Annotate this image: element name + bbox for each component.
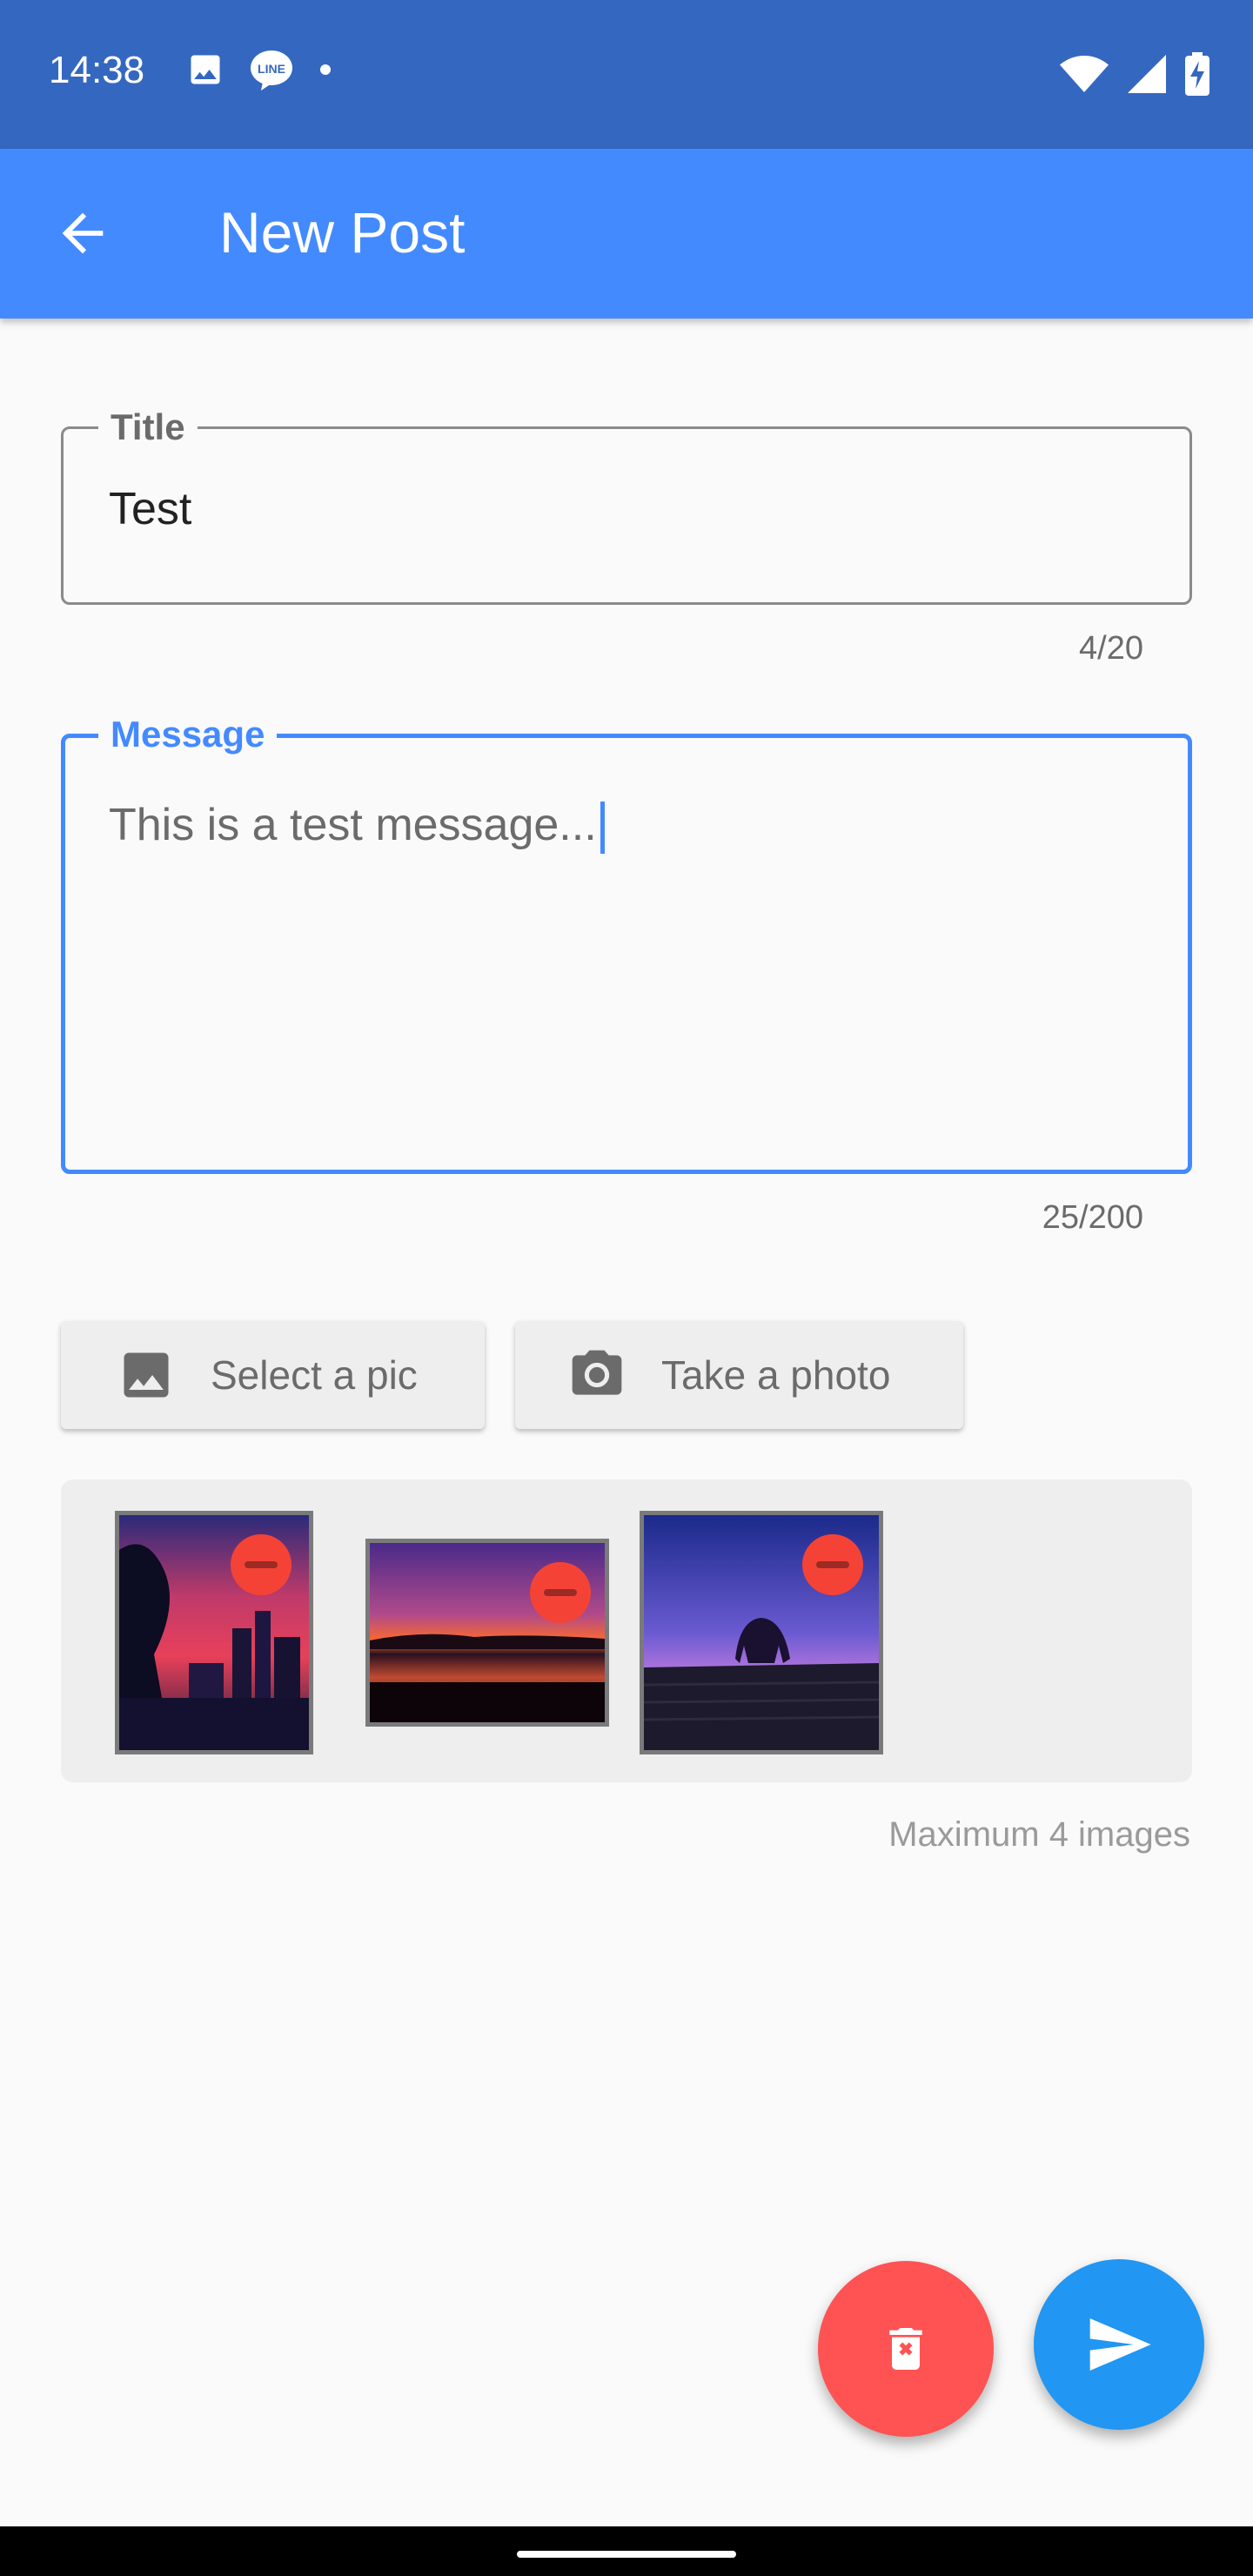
dot-icon (320, 64, 331, 75)
line-icon: LINE (251, 50, 292, 91)
app-bar: New Post (0, 149, 1253, 319)
status-time: 14:38 (49, 49, 145, 91)
text-cursor (600, 802, 605, 855)
page-title: New Post (219, 200, 466, 265)
delete-forever-icon (889, 2328, 922, 2370)
status-system-icons (1060, 52, 1209, 96)
camera-icon (572, 1350, 622, 1395)
image-thumbnail[interactable] (115, 1511, 313, 1754)
title-field-label: Title (98, 405, 198, 450)
svg-text:LINE: LINE (258, 62, 285, 76)
battery-charging-icon (1185, 52, 1209, 96)
title-field[interactable]: Title Test (61, 405, 1192, 605)
take-photo-label: Take a photo (661, 1352, 891, 1398)
selected-images-panel (61, 1479, 1192, 1782)
send-fab[interactable] (1034, 2259, 1204, 2430)
select-pic-label: Select a pic (211, 1352, 418, 1398)
status-bar: 14:38 LINE (0, 0, 1253, 149)
title-input[interactable]: Test (109, 483, 191, 535)
send-icon (1089, 2318, 1151, 2371)
delete-fab[interactable] (818, 2261, 994, 2437)
remove-image-button[interactable] (231, 1534, 291, 1595)
max-images-note: Maximum 4 images (888, 1815, 1190, 1854)
signal-icon (1128, 55, 1166, 93)
title-counter: 4/20 (1079, 630, 1143, 667)
image-thumbnail[interactable] (365, 1539, 609, 1727)
image-thumbnail[interactable] (640, 1511, 883, 1754)
status-notification-icons: LINE (186, 49, 332, 91)
image-icon (191, 55, 220, 84)
remove-image-button[interactable] (530, 1562, 591, 1623)
home-gesture-handle[interactable] (517, 2551, 736, 2558)
select-pic-button[interactable]: Select a pic (61, 1321, 485, 1429)
system-nav-bar (0, 2526, 1253, 2576)
message-field[interactable]: Message This is a test message... (61, 712, 1192, 1174)
message-text: This is a test message... (109, 800, 597, 850)
back-button[interactable] (52, 203, 122, 264)
message-input[interactable]: This is a test message... (109, 799, 605, 855)
message-field-label: Message (98, 712, 278, 757)
arrow-back-icon (62, 212, 104, 254)
message-counter: 25/200 (1042, 1199, 1143, 1236)
remove-image-button[interactable] (802, 1534, 863, 1595)
image-icon (124, 1352, 169, 1398)
take-photo-button[interactable]: Take a photo (515, 1321, 963, 1429)
wifi-icon (1060, 56, 1109, 92)
